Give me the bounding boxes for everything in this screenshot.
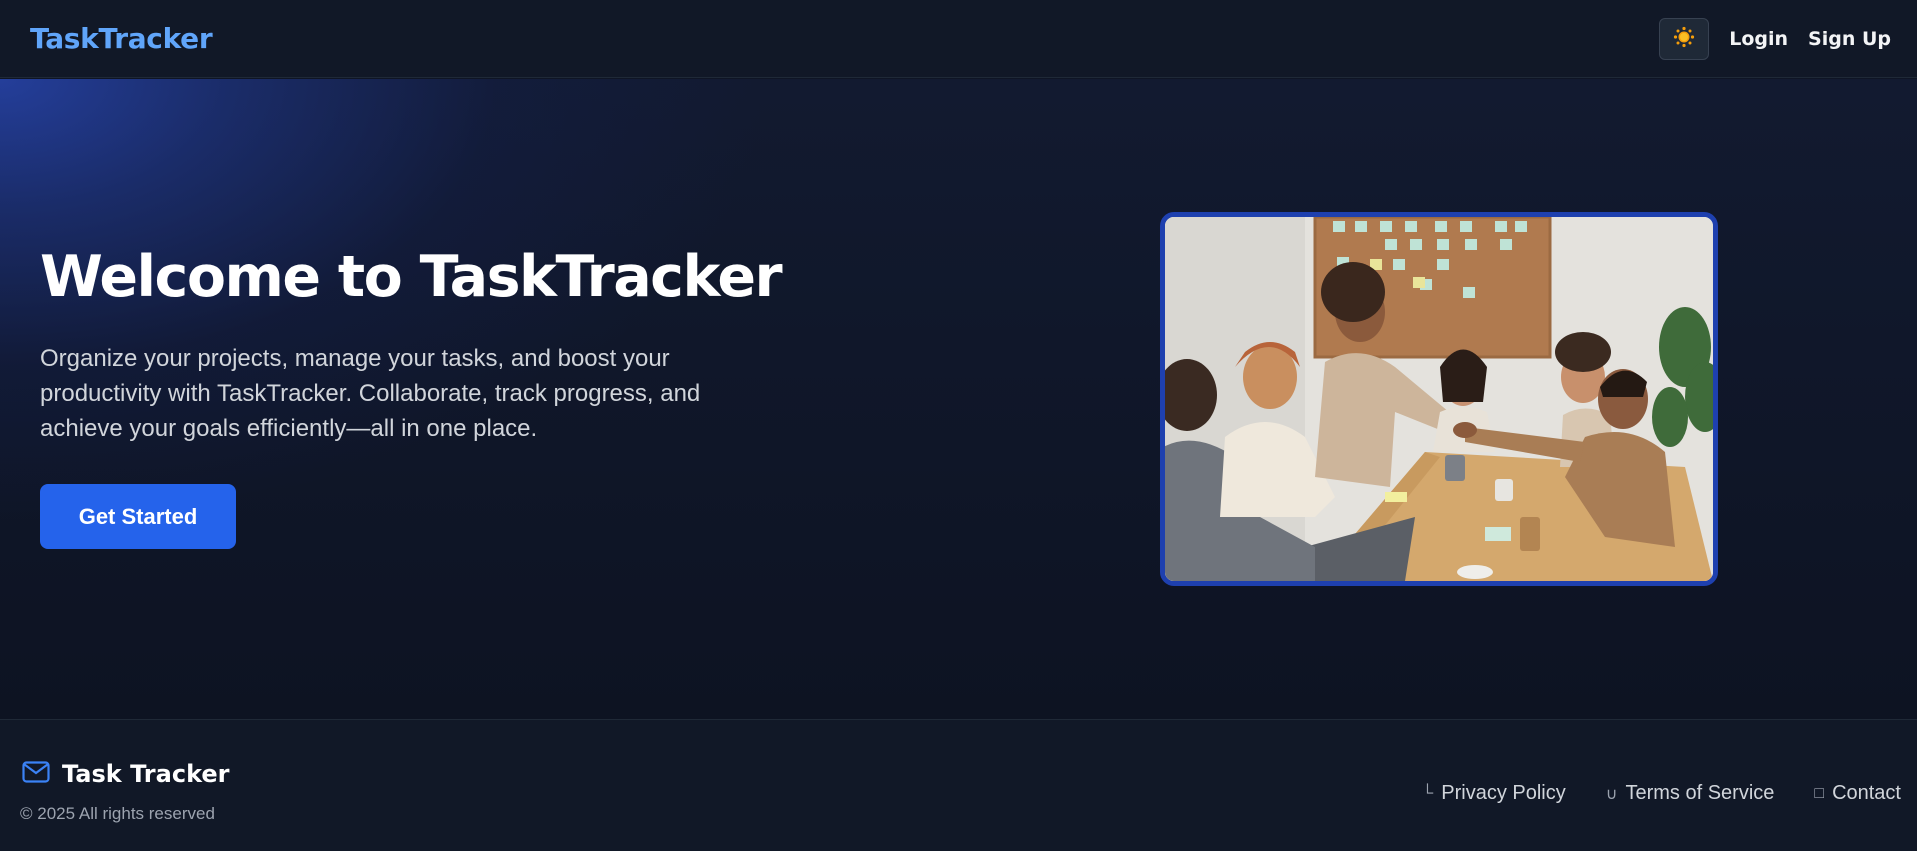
nav-actions: Login Sign Up — [1659, 17, 1891, 60]
sun-icon — [1673, 26, 1695, 52]
login-link[interactable]: Login — [1729, 28, 1788, 50]
privacy-policy-label: Privacy Policy — [1441, 782, 1566, 804]
brand-logo[interactable]: TaskTracker — [30, 22, 213, 55]
footer: Task Tracker © 2025 All rights reserved … — [0, 719, 1917, 851]
terms-of-service-link[interactable]: ∪ Terms of Service — [1606, 782, 1775, 805]
hero-description: Organize your projects, manage your task… — [40, 345, 701, 442]
contact-label: Contact — [1832, 782, 1901, 804]
theme-toggle-button[interactable] — [1659, 17, 1710, 60]
contact-link[interactable]: □ Contact — [1814, 782, 1901, 805]
mail-icon — [22, 760, 50, 788]
team-meeting-illustration — [1165, 217, 1713, 581]
footer-title: Task Tracker — [62, 760, 230, 788]
shield-icon: └ — [1421, 784, 1434, 802]
copyright-text: © 2025 All rights reserved — [20, 804, 215, 823]
footer-brand: Task Tracker — [22, 760, 230, 788]
terms-of-service-label: Terms of Service — [1625, 782, 1775, 804]
file-icon: ∪ — [1605, 785, 1618, 803]
hero-section: Welcome to TaskTracker Organize your pro… — [0, 79, 1917, 719]
hero-title: Welcome to TaskTracker — [40, 244, 783, 310]
hero-image — [1160, 212, 1718, 586]
privacy-policy-link[interactable]: └ Privacy Policy — [1422, 782, 1566, 805]
phone-icon: □ — [1814, 784, 1825, 802]
get-started-button[interactable]: Get Started — [40, 484, 236, 549]
footer-links: └ Privacy Policy ∪ Terms of Service □ Co… — [1422, 782, 1901, 805]
top-navbar: TaskTracker Login Sign Up — [0, 0, 1917, 78]
signup-link[interactable]: Sign Up — [1808, 28, 1891, 50]
